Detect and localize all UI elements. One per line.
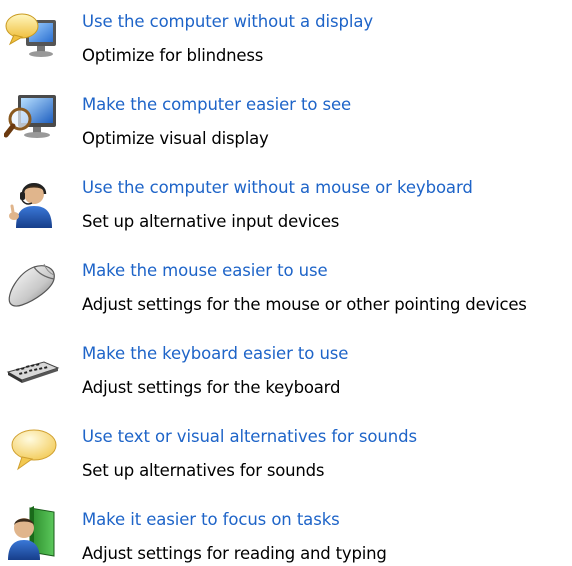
use-without-display-description: Optimize for blindness [82,46,264,65]
speech-bubble-monitor-icon[interactable] [4,6,60,62]
mouse-icon[interactable] [4,255,60,311]
ease-of-access-task-list: Use the computer without a display Optim… [0,0,572,566]
task-item-without-display: Use the computer without a display Optim… [0,0,572,83]
sound-alternatives-link[interactable]: Use text or visual alternatives for soun… [82,427,417,446]
magnifier-monitor-icon[interactable] [4,89,60,145]
user-headset-icon[interactable] [4,172,60,228]
mouse-easier-description: Adjust settings for the mouse or other p… [82,295,527,314]
easier-to-see-link[interactable]: Make the computer easier to see [82,95,351,114]
task-item-focus-on-tasks: Make it easier to focus on tasks Adjust … [0,498,572,566]
without-mouse-keyboard-link[interactable]: Use the computer without a mouse or keyb… [82,178,473,197]
keyboard-icon[interactable] [4,338,60,394]
easier-to-see-description: Optimize visual display [82,129,269,148]
focus-on-tasks-description: Adjust settings for reading and typing [82,544,387,563]
user-book-icon[interactable] [4,504,60,560]
focus-on-tasks-link[interactable]: Make it easier to focus on tasks [82,510,340,529]
keyboard-easier-link[interactable]: Make the keyboard easier to use [82,344,348,363]
task-item-mouse-easier: Make the mouse easier to use Adjust sett… [0,249,572,332]
speech-bubble-icon[interactable] [4,421,60,477]
task-item-without-mouse-keyboard: Use the computer without a mouse or keyb… [0,166,572,249]
without-mouse-keyboard-description: Set up alternative input devices [82,212,340,231]
keyboard-easier-description: Adjust settings for the keyboard [82,378,341,397]
task-item-keyboard-easier: Make the keyboard easier to use Adjust s… [0,332,572,415]
mouse-easier-link[interactable]: Make the mouse easier to use [82,261,328,280]
use-without-display-link[interactable]: Use the computer without a display [82,12,373,31]
sound-alternatives-description: Set up alternatives for sounds [82,461,325,480]
task-item-easier-to-see: Make the computer easier to see Optimize… [0,83,572,166]
task-item-sound-alternatives: Use text or visual alternatives for soun… [0,415,572,498]
